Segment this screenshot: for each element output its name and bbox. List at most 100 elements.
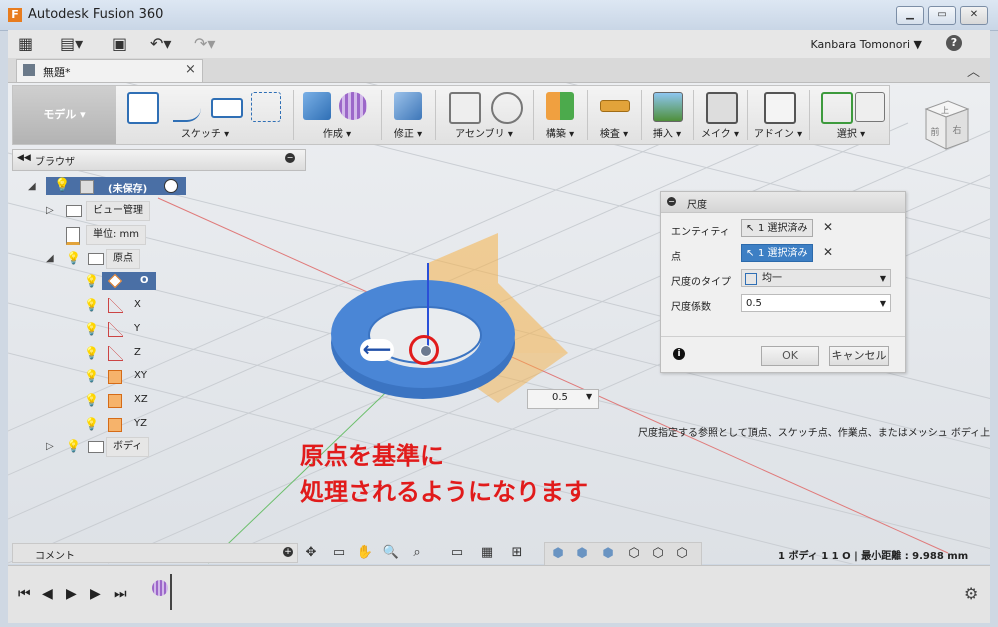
wireframe-hidden-icon[interactable]: ⬡ <box>649 545 667 563</box>
form-icon[interactable] <box>339 92 367 120</box>
browser-minimize-icon[interactable]: − <box>285 153 295 163</box>
clear-entity-icon[interactable]: ✕ <box>823 220 833 234</box>
step-forward-icon[interactable]: ▶ <box>90 586 101 602</box>
browser-header[interactable]: ◀◀ ブラウザ − <box>12 149 306 171</box>
origin-point-icon[interactable] <box>420 345 432 357</box>
insert-image-icon[interactable] <box>653 92 683 122</box>
joint-icon[interactable] <box>491 92 523 124</box>
add-comment-icon[interactable]: + <box>283 547 293 557</box>
save-icon[interactable]: ▣ <box>112 35 127 53</box>
visibility-bulb-icon[interactable]: 💡 <box>54 179 70 193</box>
document-tab[interactable]: 無題* × <box>16 59 203 82</box>
new-component-icon[interactable] <box>449 92 481 124</box>
construct-group[interactable]: 構築 ▾ <box>537 86 583 144</box>
collapse-chevron-icon[interactable]: ︿ <box>967 61 980 80</box>
minimize-button[interactable]: ▁ <box>896 6 924 25</box>
tab-close-icon[interactable]: × <box>185 62 196 77</box>
rectangle-icon[interactable] <box>211 98 243 118</box>
visibility-bulb-icon[interactable]: 💡 <box>84 346 99 360</box>
info-icon[interactable]: i <box>673 348 685 360</box>
go-to-end-icon[interactable]: ⏭ <box>114 586 127 602</box>
browser-node-xz-plane[interactable]: 💡 XZ <box>84 391 164 411</box>
undo-icon[interactable]: ↶▾ <box>150 35 171 53</box>
timeline-marker[interactable] <box>170 574 172 610</box>
close-window-button[interactable]: ✕ <box>960 6 988 25</box>
expand-triangle-icon[interactable]: ▷ <box>46 205 54 216</box>
orbit-icon[interactable]: ✥ <box>302 544 320 562</box>
window-select-icon[interactable] <box>821 92 853 124</box>
visibility-bulb-icon[interactable]: 💡 <box>66 251 81 265</box>
addins-group[interactable]: アドイン ▾ <box>751 86 805 144</box>
visibility-bulb-icon[interactable]: 💡 <box>84 298 99 312</box>
visibility-bulb-icon[interactable]: 💡 <box>84 322 99 336</box>
visibility-bulb-icon[interactable]: 💡 <box>84 417 99 431</box>
cancel-button[interactable]: キャンセル <box>829 346 889 366</box>
browser-root-node[interactable]: ◢ 💡 (未保存) <box>28 177 193 197</box>
sketch-group[interactable]: スケッチ ▾ <box>121 86 289 144</box>
dialog-header[interactable]: − 尺度 <box>661 192 905 213</box>
assemble-group[interactable]: アセンブリ ▾ <box>439 86 529 144</box>
collapse-browser-icon[interactable]: ◀◀ <box>17 153 31 163</box>
entity-select-button[interactable]: ↖ 1 選択済み <box>741 219 813 237</box>
expand-triangle-icon[interactable]: ▷ <box>46 441 54 452</box>
wireframe-icon[interactable]: ⬡ <box>625 545 643 563</box>
inline-scale-input[interactable]: 0.5 ▼ <box>527 389 599 409</box>
browser-node-yz-plane[interactable]: 💡 YZ <box>84 415 164 435</box>
collapse-triangle-icon[interactable]: ◢ <box>46 253 54 264</box>
offset-plane-icon[interactable] <box>546 92 574 120</box>
clear-point-icon[interactable]: ✕ <box>823 245 833 259</box>
select-cursor-icon[interactable] <box>855 92 885 122</box>
grid-settings-icon[interactable]: ▦ <box>478 544 496 562</box>
visibility-bulb-icon[interactable]: 💡 <box>66 439 81 453</box>
sketch-dimension-icon[interactable] <box>251 92 281 122</box>
browser-node-units[interactable]: 単位: mm <box>64 225 154 245</box>
modify-group[interactable]: 修正 ▾ <box>385 86 431 144</box>
scale-drag-arrow-icon[interactable]: ⟵ <box>360 339 394 361</box>
scale-type-select[interactable]: 均一 ▼ <box>741 269 891 287</box>
browser-node-xy-plane[interactable]: 💡 XY <box>84 367 164 387</box>
play-icon[interactable]: ▶ <box>66 586 77 602</box>
browser-node-bodies[interactable]: ▷ 💡 ボディ <box>46 437 166 457</box>
step-back-icon[interactable]: ◀ <box>42 586 53 602</box>
timeline-settings-gear-icon[interactable]: ⚙ <box>964 584 978 603</box>
browser-node-y-axis[interactable]: 💡 Y <box>84 320 164 340</box>
go-to-start-icon[interactable]: ⏮ <box>18 586 31 602</box>
activate-radio-icon[interactable] <box>164 179 178 193</box>
extrude-icon[interactable] <box>303 92 331 120</box>
shaded-icon[interactable]: ⬢ <box>549 545 567 563</box>
visibility-bulb-icon[interactable]: 💡 <box>84 274 99 288</box>
make-group[interactable]: メイク ▾ <box>697 86 743 144</box>
wireframe-visible-icon[interactable]: ⬡ <box>673 545 691 563</box>
browser-node-origin[interactable]: ◢ 💡 原点 <box>46 249 166 269</box>
measure-icon[interactable] <box>600 100 630 112</box>
timeline-form-feature-icon[interactable] <box>152 580 168 596</box>
shaded-edges-icon[interactable]: ⬢ <box>573 545 591 563</box>
visibility-bulb-icon[interactable]: 💡 <box>84 393 99 407</box>
view-cube[interactable]: 上 前 右 <box>912 95 972 155</box>
display-settings-icon[interactable]: ▭ <box>448 544 466 562</box>
insert-group[interactable]: 挿入 ▾ <box>645 86 689 144</box>
look-at-icon[interactable]: ▭ <box>330 544 348 562</box>
workspace-switcher[interactable]: モデル ▾ <box>13 86 116 144</box>
comment-bar[interactable]: コメント + <box>12 543 298 563</box>
dropdown-caret-icon[interactable]: ▼ <box>586 392 592 401</box>
pan-icon[interactable]: ✋ <box>356 544 374 562</box>
scripts-icon[interactable] <box>764 92 796 124</box>
create-group[interactable]: 作成 ▾ <box>297 86 377 144</box>
press-pull-icon[interactable] <box>394 92 422 120</box>
collapse-triangle-icon[interactable]: ◢ <box>28 181 36 192</box>
inspect-group[interactable]: 検査 ▾ <box>591 86 637 144</box>
scale-factor-input[interactable]: 0.5 ▼ <box>741 294 891 312</box>
viewports-icon[interactable]: ⊞ <box>508 544 526 562</box>
file-menu-icon[interactable]: ▤▾ <box>60 35 83 53</box>
browser-node-named-views[interactable]: ▷ ビュー管理 <box>46 201 166 221</box>
select-group[interactable]: 選択 ▾ <box>813 86 889 144</box>
help-icon[interactable]: ? <box>946 35 962 51</box>
browser-node-z-axis[interactable]: 💡 Z <box>84 344 164 364</box>
arc-icon[interactable] <box>173 92 201 122</box>
zoom-icon[interactable]: 🔍 <box>382 544 400 562</box>
user-menu[interactable]: Kanbara Tomonori ▼ <box>811 38 923 51</box>
ok-button[interactable]: OK <box>761 346 819 366</box>
visibility-bulb-icon[interactable]: 💡 <box>84 369 99 383</box>
3d-print-icon[interactable] <box>706 92 738 124</box>
